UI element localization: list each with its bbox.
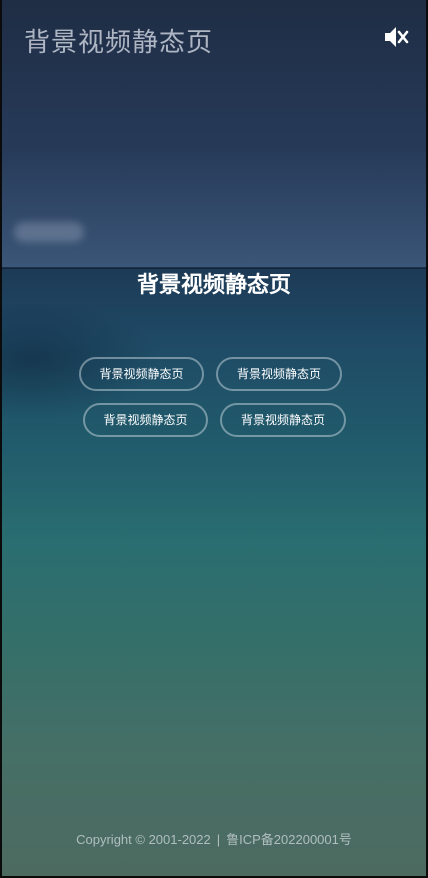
hero-title: 背景视频静态页 xyxy=(136,273,291,298)
background-video: 背景视频静态页 背景视频静态页 背景视频静态页 背景视频静态页 背景视频静态页 … xyxy=(0,0,428,878)
icp-link[interactable]: 鲁ICP备202200001号 xyxy=(226,829,352,848)
frame-left-edge xyxy=(0,0,2,878)
speaker-muted-icon xyxy=(385,27,409,47)
footer: Copyright © 2001-2022 | 鲁ICP备202200001号 xyxy=(0,829,428,848)
footer-separator: | xyxy=(216,832,221,847)
site-title: 背景视频静态页 xyxy=(24,28,214,58)
nav-button-3[interactable]: 背景视频静态页 xyxy=(83,403,208,437)
mute-button[interactable] xyxy=(382,24,410,50)
nav-button-2[interactable]: 背景视频静态页 xyxy=(216,357,342,391)
cloud xyxy=(14,222,84,242)
copyright-text: Copyright © 2001-2022 xyxy=(76,832,211,847)
nav-button-1[interactable]: 背景视频静态页 xyxy=(79,357,204,391)
nav-button-4[interactable]: 背景视频静态页 xyxy=(220,403,346,437)
